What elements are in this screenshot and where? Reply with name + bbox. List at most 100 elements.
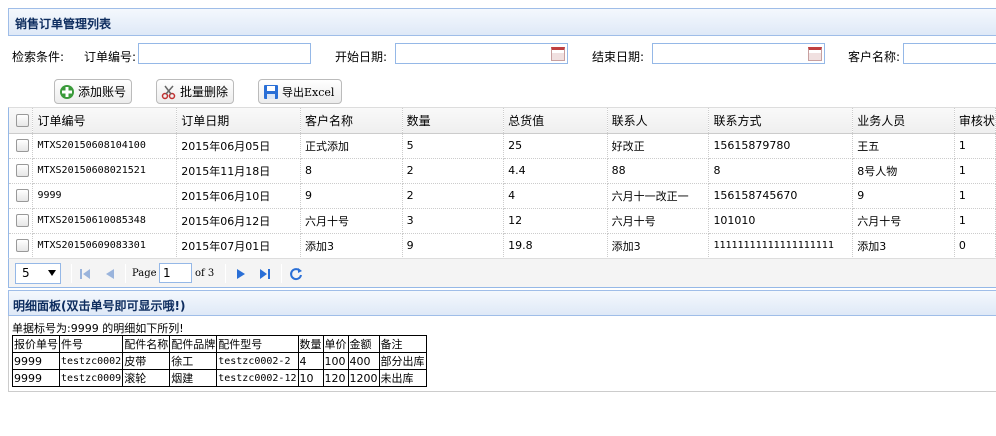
column-header[interactable]: 联系方式 bbox=[708, 108, 854, 134]
table-row[interactable]: MTXS20150609083301 2015年07月01日 添加3 9 19.… bbox=[9, 233, 996, 258]
refresh-icon[interactable] bbox=[289, 267, 303, 284]
table-cell: 添加3 bbox=[300, 233, 403, 258]
table-cell: 王五 bbox=[852, 133, 955, 159]
select-all-checkbox[interactable] bbox=[16, 113, 29, 127]
export-excel-button[interactable]: 导出Excel bbox=[258, 79, 342, 104]
column-header[interactable]: 客户名称 bbox=[300, 108, 403, 134]
add-icon bbox=[59, 84, 75, 100]
row-checkbox[interactable] bbox=[16, 139, 29, 152]
add-account-button[interactable]: 添加账号 bbox=[54, 79, 132, 104]
batch-delete-button[interactable]: 批量删除 bbox=[156, 79, 234, 104]
table-cell: 3 bbox=[402, 208, 505, 234]
pager-separator bbox=[281, 264, 282, 283]
customer-input[interactable] bbox=[903, 43, 996, 64]
row-checkbox-cell[interactable] bbox=[9, 158, 34, 184]
table-cell: 11111111111111111111 bbox=[708, 233, 854, 258]
table-cell: 1 bbox=[954, 183, 996, 209]
order-no-cell[interactable]: 9999 bbox=[32, 183, 178, 209]
table-cell: 2 bbox=[402, 183, 505, 209]
table-cell: 9 bbox=[402, 233, 505, 258]
column-header[interactable]: 订单日期 bbox=[176, 108, 301, 134]
panel-header: 销售订单管理列表 bbox=[8, 8, 996, 36]
detail-cell: 徐工 bbox=[169, 352, 218, 370]
detail-cell: 未出库 bbox=[378, 369, 427, 387]
column-header[interactable]: 联系人 bbox=[607, 108, 710, 134]
table-cell: 12 bbox=[503, 208, 608, 234]
column-header[interactable]: 总货值 bbox=[503, 108, 608, 134]
table-cell: 156158745670 bbox=[708, 183, 854, 209]
column-header[interactable]: 业务人员 bbox=[852, 108, 955, 134]
row-checkbox-cell[interactable] bbox=[9, 183, 34, 209]
table-cell: 六月十号 bbox=[607, 208, 710, 234]
order-no-cell[interactable]: MTXS20150609083301 bbox=[32, 233, 178, 258]
table-cell: 88 bbox=[607, 158, 710, 184]
row-checkbox[interactable] bbox=[16, 189, 29, 202]
row-checkbox-cell[interactable] bbox=[9, 233, 34, 258]
detail-column-header: 配件名称 bbox=[122, 335, 171, 353]
table-cell: 添加3 bbox=[852, 233, 955, 258]
next-page-icon[interactable] bbox=[235, 268, 247, 283]
pager-separator bbox=[71, 264, 72, 283]
page-size-value: 5 bbox=[22, 266, 30, 280]
table-cell: 4 bbox=[503, 183, 608, 209]
row-checkbox[interactable] bbox=[16, 164, 29, 177]
page-label: Page bbox=[132, 268, 157, 279]
table-row[interactable]: MTXS20150608021521 2015年11月18日 8 2 4.4 8… bbox=[9, 158, 996, 184]
last-page-icon[interactable] bbox=[259, 268, 271, 283]
batch-delete-label: 批量删除 bbox=[180, 85, 229, 99]
column-header[interactable]: 订单编号 bbox=[32, 108, 178, 134]
export-excel-label: 导出Excel bbox=[282, 85, 335, 99]
detail-caption: 单据标号为:9999 的明细如下所列! bbox=[12, 322, 184, 335]
calendar-icon[interactable] bbox=[808, 47, 822, 61]
column-header[interactable]: 审核状 bbox=[954, 108, 996, 134]
order-no-cell[interactable]: MTXS20150608104100 bbox=[32, 133, 178, 159]
column-header[interactable]: 数量 bbox=[402, 108, 505, 134]
detail-cell: 烟建 bbox=[169, 369, 218, 387]
detail-row: 9999 testzc0009 滚轮 烟建 testzc0002-12 10 1… bbox=[12, 369, 427, 387]
detail-column-header: 单价 bbox=[322, 335, 349, 353]
detail-column-header: 数量 bbox=[297, 335, 324, 353]
chevron-down-icon bbox=[48, 270, 56, 276]
detail-column-header: 配件型号 bbox=[216, 335, 299, 353]
select-all-cell[interactable] bbox=[9, 108, 34, 134]
table-cell: 2015年06月12日 bbox=[176, 208, 301, 234]
table-row[interactable]: 9999 2015年06月10日 9 2 4 六月十一改正一 156158745… bbox=[9, 183, 996, 209]
calendar-icon[interactable] bbox=[551, 47, 565, 61]
row-checkbox[interactable] bbox=[16, 239, 29, 252]
order-no-input[interactable] bbox=[138, 43, 311, 64]
row-checkbox-cell[interactable] bbox=[9, 208, 34, 234]
table-cell: 2015年07月01日 bbox=[176, 233, 301, 258]
detail-panel-header: 明细面板(双击单号即可显示哦!) bbox=[8, 290, 996, 316]
end-date-input[interactable] bbox=[652, 43, 825, 64]
detail-cell: 100 bbox=[322, 352, 349, 370]
table-row[interactable]: MTXS20150608104100 2015年06月05日 正式添加 5 25… bbox=[9, 133, 996, 159]
row-checkbox[interactable] bbox=[16, 214, 29, 227]
detail-cell: 滚轮 bbox=[122, 369, 171, 387]
order-no-cell[interactable]: MTXS20150610085348 bbox=[32, 208, 178, 234]
detail-panel-body: 单据标号为:9999 的明细如下所列! 报价单号 件号 配件名称 配件品牌 配件… bbox=[8, 316, 996, 392]
table-cell: 2 bbox=[402, 158, 505, 184]
detail-cell: 1200 bbox=[347, 369, 380, 387]
search-bar: 检索条件: 订单编号: 开始日期: 结束日期: 客户名称: bbox=[8, 37, 996, 73]
table-row[interactable]: MTXS20150610085348 2015年06月12日 六月十号 3 12… bbox=[9, 208, 996, 234]
order-no-cell[interactable]: MTXS20150608021521 bbox=[32, 158, 178, 184]
search-criteria-label: 检索条件: bbox=[12, 50, 65, 64]
table-cell: 正式添加 bbox=[300, 133, 403, 159]
table-cell: 2015年06月10日 bbox=[176, 183, 301, 209]
prev-page-icon[interactable] bbox=[104, 268, 116, 283]
page-size-select[interactable]: 5 bbox=[15, 263, 61, 284]
table-cell: 六月十号 bbox=[852, 208, 955, 234]
scissors-icon bbox=[161, 84, 177, 100]
detail-column-header: 配件品牌 bbox=[169, 335, 218, 353]
row-checkbox-cell[interactable] bbox=[9, 133, 34, 159]
first-page-icon[interactable] bbox=[79, 268, 91, 283]
grid-header-row: 订单编号 订单日期 客户名称 数量 总货值 联系人 联系方式 业务人员 审核状 bbox=[9, 108, 996, 134]
table-cell: 4.4 bbox=[503, 158, 608, 184]
table-cell: 8号人物 bbox=[852, 158, 955, 184]
detail-cell: 皮带 bbox=[122, 352, 171, 370]
current-page-input[interactable]: 1 bbox=[159, 263, 192, 283]
pager-separator bbox=[225, 264, 226, 283]
detail-cell: testzc0002 bbox=[58, 352, 124, 370]
start-date-input[interactable] bbox=[395, 43, 568, 64]
order-no-label: 订单编号: bbox=[84, 50, 137, 64]
